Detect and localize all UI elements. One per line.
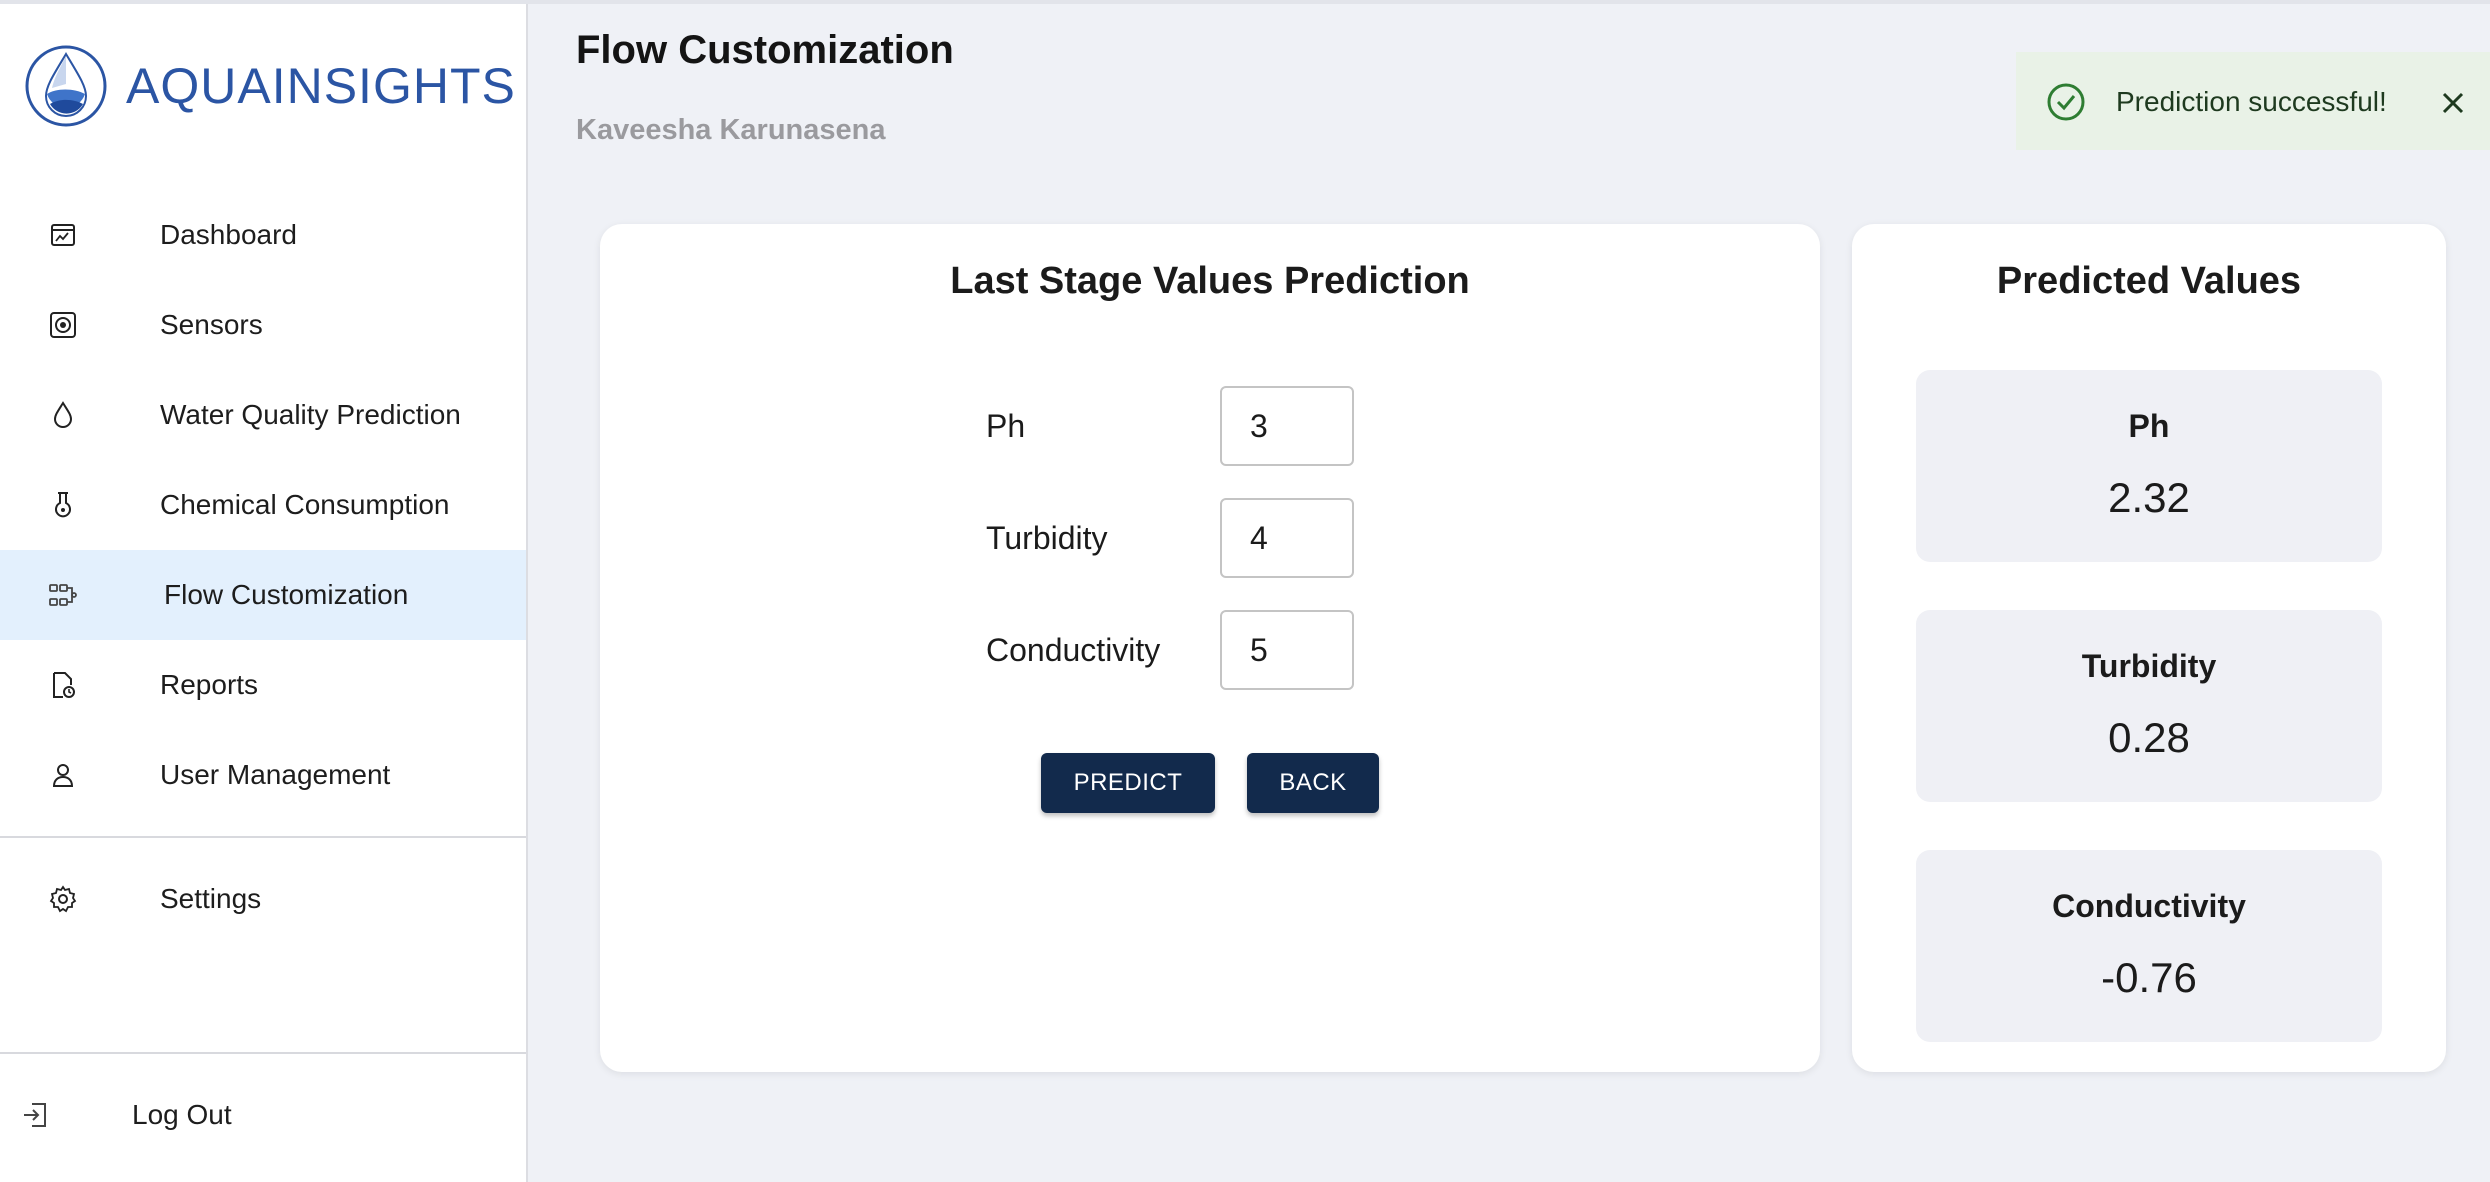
sidebar-item-dashboard[interactable]: Dashboard <box>0 190 526 280</box>
result-value: 0.28 <box>2108 714 2190 761</box>
sidebar-item-label: Sensors <box>160 309 263 340</box>
logout-label: Log Out <box>132 1099 232 1130</box>
predict-button[interactable]: PREDICT <box>1041 753 1215 813</box>
logout-button[interactable]: Log Out <box>0 1070 526 1160</box>
conductivity-input[interactable] <box>1220 610 1354 690</box>
sidebar-divider <box>0 1052 526 1054</box>
sidebar: AQUAINSIGHTS Dashboard Sensors Water Qua… <box>0 4 528 1182</box>
dashboard-icon <box>48 220 78 250</box>
report-icon <box>48 670 78 700</box>
result-ph: Ph 2.32 <box>1916 370 2382 562</box>
sidebar-item-flow-customization[interactable]: Flow Customization <box>0 550 526 640</box>
sidebar-item-reports[interactable]: Reports <box>0 640 526 730</box>
user-icon <box>48 760 78 790</box>
sidebar-item-label: Flow Customization <box>164 579 409 610</box>
sidebar-item-label: Chemical Consumption <box>160 489 450 520</box>
toast-message: Prediction successful! <box>2116 86 2387 117</box>
result-label: Turbidity <box>2081 648 2217 684</box>
page-title: Flow Customization <box>576 28 954 72</box>
sidebar-item-user-management[interactable]: User Management <box>0 730 526 820</box>
conductivity-label: Conductivity <box>986 632 1161 668</box>
ph-input[interactable] <box>1220 386 1354 466</box>
sidebar-item-settings[interactable]: Settings <box>0 854 526 944</box>
result-value: -0.76 <box>2101 954 2197 1001</box>
close-icon[interactable] <box>2438 88 2468 118</box>
gear-icon <box>48 884 78 914</box>
result-conductivity: Conductivity -0.76 <box>1916 850 2382 1042</box>
logout-icon <box>20 1100 50 1130</box>
form-title: Last Stage Values Prediction <box>950 260 1470 302</box>
predicted-values-card: Predicted Values Ph 2.32 Turbidity 0.28 … <box>1852 224 2446 1072</box>
turbidity-input[interactable] <box>1220 498 1354 578</box>
water-drop-icon <box>48 400 78 430</box>
result-label: Conductivity <box>2052 888 2246 924</box>
user-name: Kaveesha Karunasena <box>576 114 886 146</box>
result-turbidity: Turbidity 0.28 <box>1916 610 2382 802</box>
flow-icon <box>48 580 78 610</box>
sidebar-item-label: Water Quality Prediction <box>160 399 461 430</box>
sidebar-item-sensors[interactable]: Sensors <box>0 280 526 370</box>
sidebar-item-label: Dashboard <box>160 219 297 250</box>
turbidity-label: Turbidity <box>986 520 1108 556</box>
sidebar-item-label: Settings <box>160 883 262 914</box>
sidebar-item-chemical-consumption[interactable]: Chemical Consumption <box>0 460 526 550</box>
sidebar-item-water-quality-prediction[interactable]: Water Quality Prediction <box>0 370 526 460</box>
results-title: Predicted Values <box>1996 260 2302 302</box>
sidebar-item-label: Reports <box>160 669 259 700</box>
result-label: Ph <box>2128 408 2170 444</box>
back-button[interactable]: BACK <box>1247 753 1379 813</box>
flask-icon <box>48 490 78 520</box>
ph-label: Ph <box>986 408 1026 444</box>
sidebar-item-label: User Management <box>160 759 391 790</box>
brand-name: AQUAINSIGHTS <box>126 58 516 114</box>
sensor-icon <box>48 310 78 340</box>
check-circle-icon <box>2047 83 2085 121</box>
result-value: 2.32 <box>2108 474 2190 521</box>
prediction-form-card: Last Stage Values Prediction Ph Turbidit… <box>600 224 1820 1072</box>
aquainsights-logo-icon <box>25 45 107 127</box>
brand-logo[interactable]: AQUAINSIGHTS <box>24 44 516 128</box>
sidebar-divider <box>0 836 526 838</box>
success-toast: Prediction successful! <box>2016 52 2490 150</box>
